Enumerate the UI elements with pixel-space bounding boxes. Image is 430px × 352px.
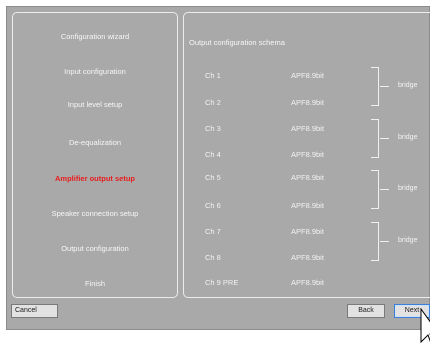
step-de-equalization[interactable]: De-equalization [13,138,177,148]
bridge-bracket [371,222,379,261]
channel-label: Ch 1 [205,71,221,80]
channel-label: Ch 9 PRE [205,278,239,287]
step-input-level-setup[interactable]: Input level setup [13,100,177,110]
cancel-button[interactable]: Cancel [11,304,58,318]
mouse-cursor-icon [420,308,430,344]
channel-label: Ch 4 [205,150,221,159]
bridge-label: bridge [398,82,418,89]
channel-model: APF8.9bit [291,253,324,262]
bridge-bracket [371,119,379,158]
bridge-bracket [371,67,379,106]
wizard-steps-sidebar: Configuration wizard Input configuration… [12,12,178,298]
back-button[interactable]: Back [347,304,385,318]
bridge-bracket [371,170,379,209]
bridge-bracket-tick [380,189,389,190]
channel-model: APF8.9bit [291,201,324,210]
channel-model: APF8.9bit [291,98,324,107]
channel-model: APF8.9bit [291,124,324,133]
channel-label: Ch 6 [205,201,221,210]
channel-model: APF8.9bit [291,227,324,236]
channel-label: Ch 2 [205,98,221,107]
channel-label: Ch 7 [205,227,221,236]
step-speaker-connection-setup[interactable]: Speaker connection setup [13,209,177,219]
output-schema-panel: Output configuration schema Ch 1 APF8.9b… [183,12,430,298]
bridge-label: bridge [398,134,418,141]
channel-model: APF8.9bit [291,173,324,182]
step-finish[interactable]: Finish [13,279,177,289]
channel-model: APF8.9bit [291,71,324,80]
step-amplifier-output-setup[interactable]: Amplifier output setup [13,174,177,184]
bridge-bracket-tick [380,86,389,87]
channel-label: Ch 3 [205,124,221,133]
channel-label: Ch 5 [205,173,221,182]
bridge-bracket-tick [380,138,389,139]
step-output-configuration[interactable]: Output configuration [13,244,177,254]
panel-title: Output configuration schema [189,38,285,47]
bridge-label: bridge [398,237,418,244]
channel-model: APF8.9bit [291,150,324,159]
bridge-label: bridge [398,185,418,192]
channel-label: Ch 8 [205,253,221,262]
channel-model: APF8.9bit [291,278,324,287]
step-input-configuration[interactable]: Input configuration [13,67,177,77]
bridge-bracket-tick [380,241,389,242]
step-configuration-wizard[interactable]: Configuration wizard [13,32,177,42]
